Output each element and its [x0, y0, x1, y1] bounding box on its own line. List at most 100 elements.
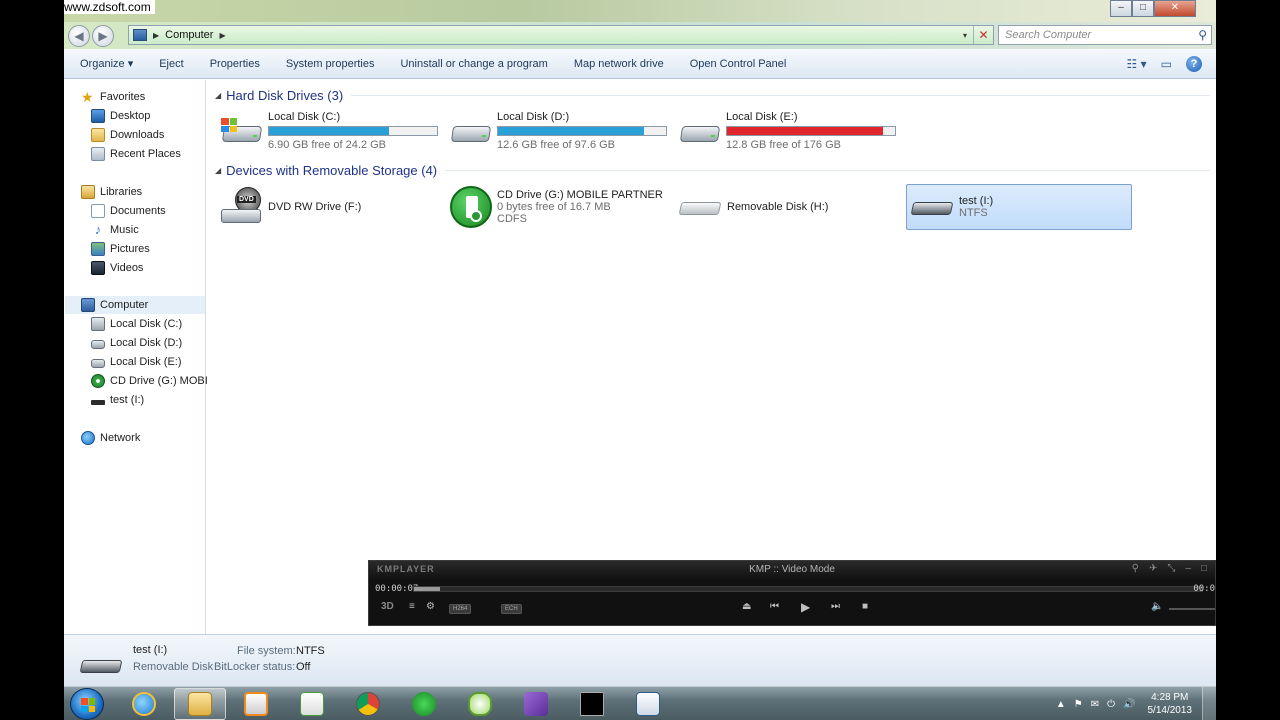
collapse-triangle-icon[interactable]: ◢: [215, 91, 221, 100]
organize-button[interactable]: Organize ▾: [64, 57, 146, 70]
change-view-icon[interactable]: ☷ ▾: [1127, 57, 1147, 71]
nav-label: Videos: [110, 262, 144, 274]
taskbar-chrome[interactable]: [342, 688, 394, 720]
maximize-button[interactable]: □: [1132, 0, 1154, 17]
drive-tile-h[interactable]: Removable Disk (H:): [678, 184, 903, 230]
nav-downloads[interactable]: Downloads: [91, 126, 164, 144]
nav-music[interactable]: ♪ Music: [91, 221, 139, 239]
nav-documents[interactable]: Documents: [91, 202, 166, 220]
properties-button[interactable]: Properties: [197, 58, 273, 70]
nav-pictures[interactable]: Pictures: [91, 240, 150, 258]
collapse-triangle-icon[interactable]: ◢: [215, 166, 221, 175]
kmp-settings-icon[interactable]: ⚙: [426, 601, 435, 612]
address-row: ◀ ▶ ▶ Computer ▶ ▾ ✕ Search Computer ⚲: [64, 22, 1216, 49]
taskbar-explorer[interactable]: [174, 688, 226, 720]
taskbar-media-player[interactable]: [230, 688, 282, 720]
kmp-maximize-icon[interactable]: □: [1201, 563, 1207, 574]
group-header-hard-disks[interactable]: ◢ Hard Disk Drives (3): [215, 88, 1210, 103]
open-control-panel-button[interactable]: Open Control Panel: [677, 58, 800, 70]
nav-computer[interactable]: Computer: [65, 296, 205, 314]
nav-cd-drive-g[interactable]: CD Drive (G:) MOBIL: [91, 372, 214, 390]
system-properties-button[interactable]: System properties: [273, 58, 388, 70]
kmp-volume-icon[interactable]: 🔈: [1151, 601, 1163, 612]
kmp-resize-icon[interactable]: ⤡: [1167, 563, 1175, 574]
tray-message-icon[interactable]: ✉: [1091, 699, 1099, 710]
power-icon[interactable]: ⏻: [1107, 699, 1115, 710]
show-desktop-button[interactable]: [1202, 687, 1216, 720]
start-button[interactable]: [70, 688, 104, 720]
drive-usage-fill: [727, 127, 883, 135]
kmp-next-icon[interactable]: ⏭: [831, 601, 840, 612]
taskbar-gtalk[interactable]: [454, 688, 506, 720]
clock[interactable]: 4:28 PM 5/14/2013: [1148, 691, 1193, 717]
preview-pane-icon[interactable]: ▭: [1161, 57, 1172, 71]
drive-tile-e[interactable]: Local Disk (E:) 12.8 GB free of 176 GB: [679, 108, 903, 154]
address-bar[interactable]: ▶ Computer ▶ ▾ ✕: [128, 25, 994, 45]
nav-local-disk-d[interactable]: Local Disk (D:): [91, 334, 182, 352]
eject-button[interactable]: Eject: [146, 58, 196, 70]
taskbar-green-app[interactable]: [398, 688, 450, 720]
nav-recent-places[interactable]: Recent Places: [91, 145, 181, 163]
forward-button[interactable]: ▶: [92, 25, 114, 47]
drive-tile-i[interactable]: test (I:) NTFS: [906, 184, 1132, 230]
group-divider: [351, 95, 1210, 96]
nav-network[interactable]: Network: [81, 429, 140, 447]
taskbar-spreadsheet[interactable]: [286, 688, 338, 720]
kmp-seek-bar[interactable]: [413, 586, 1203, 592]
map-network-drive-button[interactable]: Map network drive: [561, 58, 677, 70]
nav-local-disk-e[interactable]: Local Disk (E:): [91, 353, 182, 371]
kmp-volume-slider[interactable]: [1169, 608, 1215, 610]
nav-libraries[interactable]: Libraries: [81, 183, 142, 201]
nav-favorites[interactable]: ★ Favorites: [81, 88, 145, 106]
search-input[interactable]: Search Computer ⚲: [998, 25, 1212, 45]
help-icon[interactable]: ?: [1186, 56, 1202, 72]
kmp-eject-icon[interactable]: ⏏: [742, 601, 751, 612]
kmp-3d-icon[interactable]: 3D: [381, 601, 394, 612]
kmp-play-icon[interactable]: ▶: [801, 600, 810, 614]
action-center-icon[interactable]: ⚑: [1074, 699, 1083, 710]
nav-desktop[interactable]: Desktop: [91, 107, 150, 125]
breadcrumb-computer[interactable]: Computer: [165, 29, 213, 41]
group-header-removable[interactable]: ◢ Devices with Removable Storage (4): [215, 163, 1210, 178]
address-clear-icon[interactable]: ✕: [973, 26, 993, 44]
nav-local-disk-c[interactable]: Local Disk (C:): [91, 315, 182, 333]
drive-tile-c[interactable]: Local Disk (C:) 6.90 GB free of 24.2 GB: [221, 108, 445, 154]
taskbar-visual-studio[interactable]: [510, 688, 562, 720]
usb-drive-icon: [91, 400, 105, 405]
kmp-previous-icon[interactable]: ⏮: [770, 601, 779, 612]
nav-test-i[interactable]: test (I:): [91, 391, 144, 409]
kmplayer-window: KMPLAYER KMP :: Video Mode ⚲ ✈ ⤡ – □ 00:…: [368, 560, 1216, 626]
tray-expand-icon[interactable]: ▲: [1056, 699, 1066, 710]
kmp-pin-icon[interactable]: ✈: [1149, 563, 1157, 574]
drive-name: Removable Disk (H:): [727, 201, 829, 213]
kmp-menu-icon[interactable]: ≡: [409, 601, 415, 612]
kmp-minimize-icon[interactable]: –: [1185, 563, 1191, 574]
minimize-button[interactable]: –: [1110, 0, 1132, 17]
drive-tile-f[interactable]: DVD DVD RW Drive (F:): [221, 184, 445, 230]
kmp-search-icon[interactable]: ⚲: [1132, 563, 1139, 574]
close-button[interactable]: ✕: [1154, 0, 1196, 17]
documents-icon: [91, 204, 105, 218]
address-dropdown-icon[interactable]: ▾: [963, 31, 967, 40]
taskbar-cmd[interactable]: [566, 688, 618, 720]
desktop-icon: [91, 109, 105, 123]
nav-videos[interactable]: Videos: [91, 259, 143, 277]
drive-tile-g[interactable]: CD Drive (G:) MOBILE PARTNER 0 bytes fre…: [450, 184, 674, 230]
nav-label: Libraries: [100, 186, 143, 198]
drive-tile-d[interactable]: Local Disk (D:) 12.6 GB free of 97.6 GB: [450, 108, 674, 154]
nav-label: Local Disk (C:): [110, 318, 183, 330]
nav-label: Network: [100, 432, 141, 444]
taskbar-window-app[interactable]: [622, 688, 674, 720]
taskbar-ie[interactable]: [118, 688, 170, 720]
uninstall-program-button[interactable]: Uninstall or change a program: [387, 58, 560, 70]
music-icon: ♪: [94, 222, 102, 237]
search-icon[interactable]: ⚲: [1198, 26, 1207, 44]
volume-icon[interactable]: 🔊: [1123, 699, 1135, 710]
breadcrumb-arrow-icon[interactable]: ▶: [153, 31, 159, 40]
nav-label: Computer: [100, 299, 149, 311]
kmp-total-time: 00:0: [1193, 584, 1215, 594]
back-button[interactable]: ◀: [68, 25, 90, 47]
details-fs-value: NTFS: [296, 645, 325, 657]
breadcrumb-arrow-icon[interactable]: ▶: [219, 31, 225, 40]
kmp-stop-icon[interactable]: ■: [862, 601, 868, 612]
